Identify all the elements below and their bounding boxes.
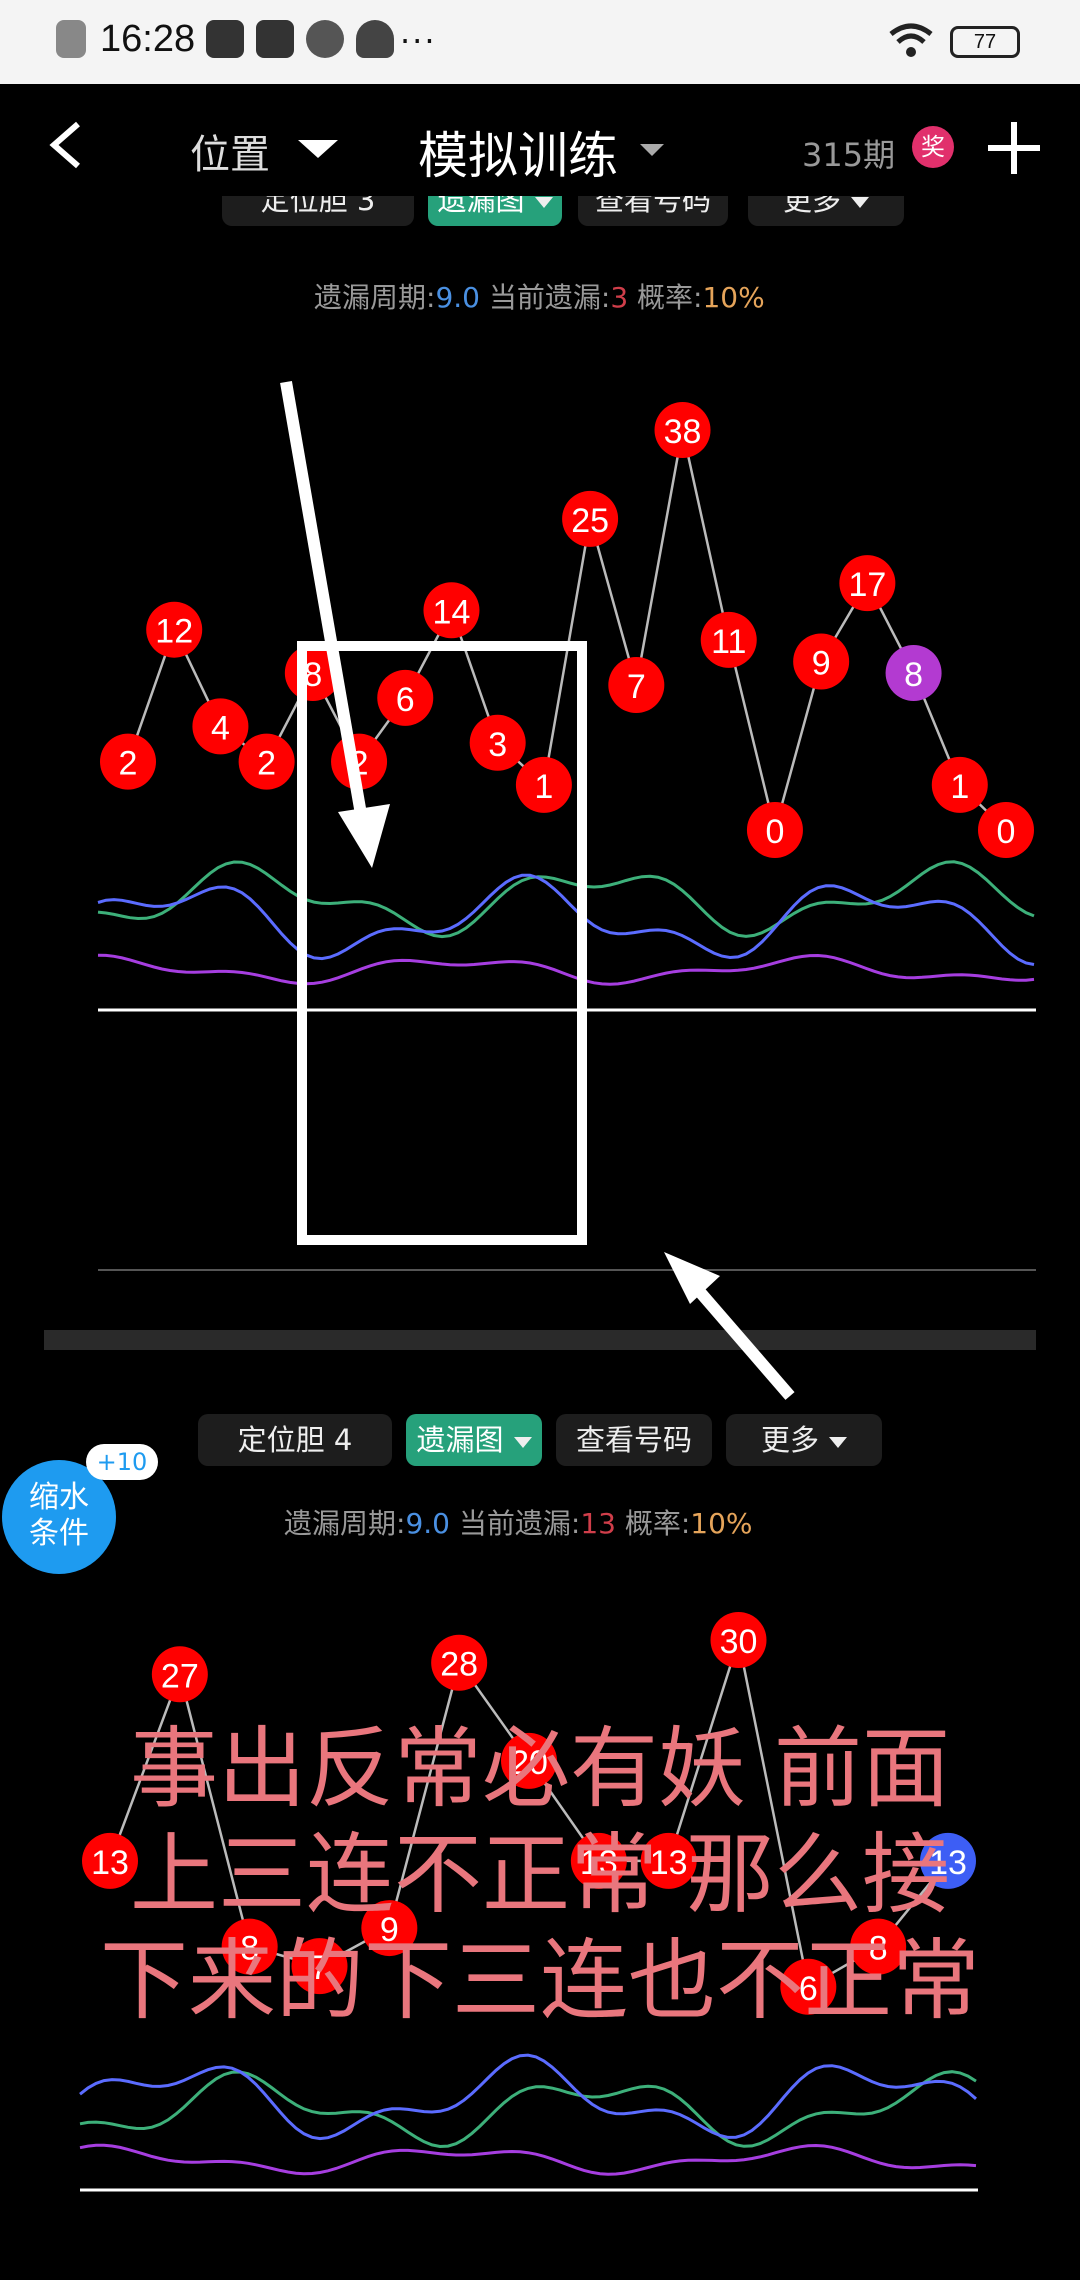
data-label: 28	[440, 1646, 478, 1684]
current-label: 当前遗漏:	[458, 1507, 581, 1540]
current-value: 13	[580, 1507, 616, 1540]
fab-badge: +10	[86, 1444, 158, 1480]
caption-overlay: 事出反常必有妖 前面 上三连不正常 那么接 下来的下三连也不正常	[0, 1716, 1080, 2034]
panel2-missing-chart-button[interactable]: 遗漏图	[406, 1414, 542, 1466]
ma-purple-line	[79, 2143, 977, 2176]
missing-chart-label: 遗漏图	[416, 1423, 504, 1457]
arrow-up-icon	[664, 1252, 795, 1400]
cycle-value: 9.0	[405, 1507, 450, 1540]
caption-line1: 事出反常必有妖 前面	[130, 1717, 950, 1820]
panel2-more-button[interactable]: 更多	[726, 1414, 882, 1466]
ma-green-line	[79, 2070, 977, 2149]
data-label: 27	[161, 1657, 199, 1695]
annotation-overlay	[280, 380, 795, 1400]
dropdown-caret-icon	[513, 1436, 532, 1448]
prob-value: 10%	[690, 1507, 753, 1540]
caption-line2: 上三连不正常 那么接	[130, 1823, 950, 1926]
panel2-view-numbers-button[interactable]: 查看号码	[556, 1414, 712, 1466]
ma-blue-line	[79, 2053, 977, 2141]
dropdown-caret-icon	[829, 1436, 847, 1448]
more-label: 更多	[760, 1423, 819, 1457]
prob-label: 概率:	[624, 1507, 691, 1540]
data-label: 30	[720, 1623, 758, 1661]
panel2-position-button[interactable]: 定位胆 4	[198, 1414, 392, 1466]
cycle-label: 遗漏周期:	[284, 1507, 406, 1540]
fab-line2: 条件	[29, 1516, 89, 1551]
caption-line3: 下来的下三连也不正常	[99, 1929, 980, 2032]
panel2-stats: 遗漏周期:9.0 当前遗漏:13 概率:10%	[284, 1502, 753, 1542]
fab-line1: 缩水	[29, 1480, 89, 1515]
